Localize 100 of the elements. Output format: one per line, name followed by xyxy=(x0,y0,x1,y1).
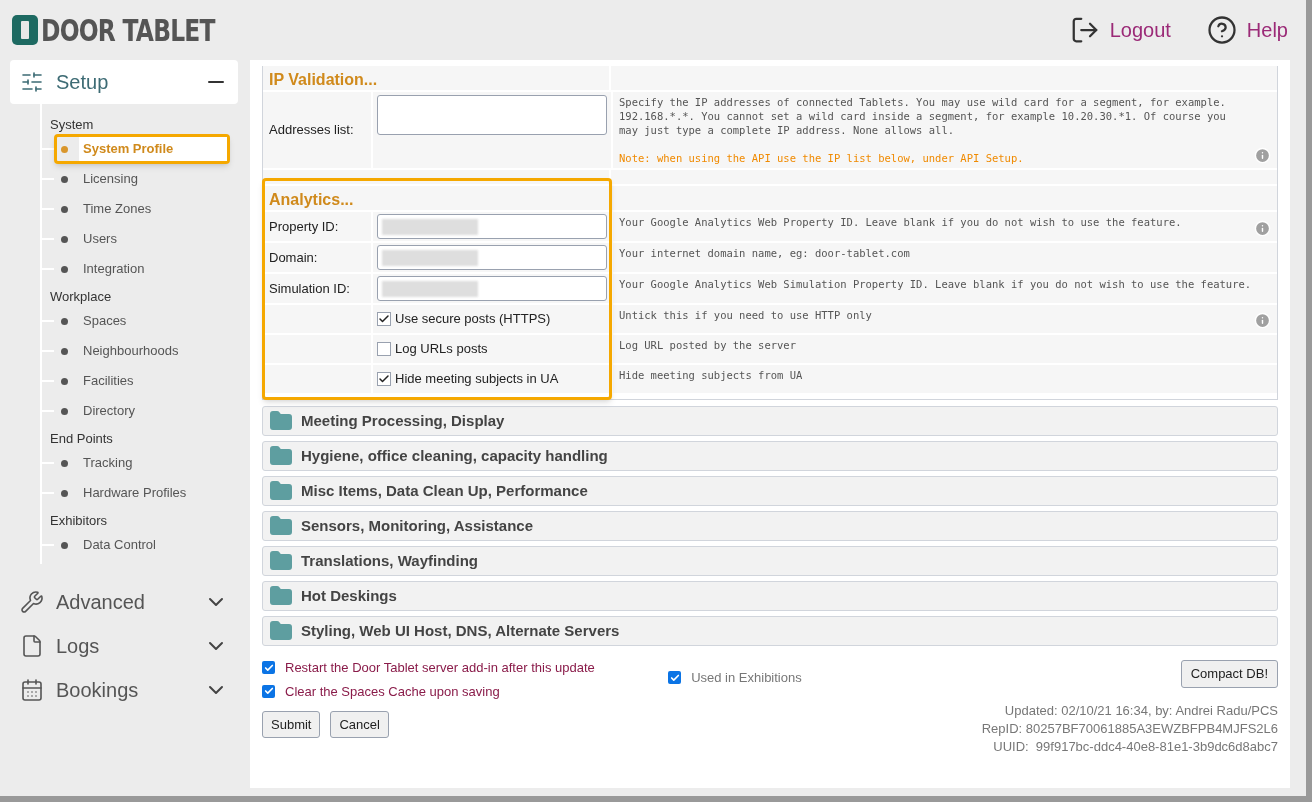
help-text: Your Google Analytics Web Simulation Property ID. Leave blank if you do not wish to use the feature. xyxy=(619,277,1253,291)
section-heading: Analytics... xyxy=(269,190,354,210)
sidebar-item[interactable]: Time Zones xyxy=(54,194,230,224)
section-heading: IP Validation... xyxy=(269,70,378,90)
group-heading: End Points xyxy=(49,430,114,448)
item-label: Integration xyxy=(82,260,146,279)
checkbox-label: Log URLs posts xyxy=(395,340,488,359)
sidebar-section[interactable]: Bookings xyxy=(10,668,238,712)
group-heading: Workplace xyxy=(49,288,113,306)
option-label: Clear the Spaces Cache upon saving xyxy=(285,682,500,701)
bullet-icon xyxy=(61,175,68,183)
collapsed-panel[interactable]: Meeting Processing, Display xyxy=(262,406,1278,436)
section-title: Logs xyxy=(56,634,101,659)
sidebar-item[interactable]: Hardware Profiles xyxy=(54,478,230,508)
sidebar-item[interactable]: Neighbourhoods xyxy=(54,336,230,366)
help-text: Hide meeting subjects from UA xyxy=(619,368,804,382)
field-label: Domain: xyxy=(269,248,318,267)
bullet-icon xyxy=(61,235,68,243)
bullet-icon xyxy=(61,489,68,497)
item-label: Tracking xyxy=(82,454,134,473)
collapsed-panel[interactable]: Hot Deskings xyxy=(262,581,1278,611)
item-label: Hardware Profiles xyxy=(82,484,188,503)
note-text: Note: when using the API use the IP list below, under API Setup. xyxy=(619,151,1025,165)
section-title: Bookings xyxy=(56,678,140,703)
sidebar-section[interactable]: Logs xyxy=(10,624,238,668)
folder-icon xyxy=(269,409,293,433)
checkbox[interactable] xyxy=(377,342,391,356)
item-label: System Profile xyxy=(79,137,227,161)
sidebar-item[interactable]: Users xyxy=(54,224,230,254)
help-text: Specify the IP addresses of connected Tablets. You may use wild card for a segment, for example. 192.168.*.*. You cannot set a wild card inside a segment, for example 10.20.30.*1. Of course you may just type a complete IP address. None allows all. xyxy=(619,95,1227,137)
item-label: Users xyxy=(82,230,118,249)
item-label: Time Zones xyxy=(82,200,153,219)
form-button[interactable]: Submit xyxy=(262,711,321,738)
field-label: Addresses list: xyxy=(269,121,354,140)
collapsed-panel[interactable]: Translations, Wayfinding xyxy=(262,546,1278,576)
item-label: Facilities xyxy=(82,372,135,391)
bullet-icon xyxy=(61,347,68,355)
sidebar-item[interactable]: Licensing xyxy=(54,164,230,194)
collapsed-panel[interactable]: Hygiene, office cleaning, capacity handling xyxy=(262,441,1278,471)
folder-icon xyxy=(269,479,293,503)
sidebar-section[interactable]: Setup xyxy=(10,60,238,104)
checkbox[interactable] xyxy=(668,671,682,685)
checkbox[interactable] xyxy=(377,372,391,386)
group-heading: System xyxy=(49,116,95,134)
bullet-icon xyxy=(61,407,68,415)
bullet-icon xyxy=(61,265,68,273)
field-label: Property ID: xyxy=(269,217,339,236)
checkbox-label: Hide meeting subjects in UA xyxy=(395,370,559,389)
sidebar-item[interactable]: Facilities xyxy=(54,366,230,396)
sidebar-item[interactable]: Directory xyxy=(54,396,230,426)
checkbox[interactable] xyxy=(377,312,391,326)
compact-db-button[interactable]: Compact DB! xyxy=(1180,660,1278,688)
info-icon[interactable] xyxy=(1254,147,1271,164)
addresses-textarea[interactable] xyxy=(377,95,607,135)
folder-icon xyxy=(269,619,293,643)
section-title: Advanced xyxy=(56,590,146,615)
section-title: Setup xyxy=(56,70,110,95)
help-text: Log URL posted by the server xyxy=(619,338,797,352)
sidebar-item[interactable]: Spaces xyxy=(54,306,230,336)
item-label: Data Control xyxy=(82,536,157,555)
info-icon[interactable] xyxy=(1254,220,1271,237)
calendar-icon xyxy=(20,678,44,702)
item-label: Neighbourhoods xyxy=(82,342,180,361)
help-text: Your internet domain name, eg: door-tablet.com xyxy=(619,246,911,260)
bullet-icon xyxy=(61,541,68,549)
logo[interactable]: DOOR TABLET xyxy=(12,7,264,53)
tablet-logo-icon xyxy=(12,15,38,45)
bullet-icon xyxy=(61,317,68,325)
footer-info-text: Updated: 02/10/21 16:34, by: Andrei Radu/PCS xyxy=(1004,702,1278,720)
folder-icon xyxy=(269,444,293,468)
help-text: Untick this if you need to use HTTP only xyxy=(619,308,873,322)
folder-icon xyxy=(269,514,293,538)
sidebar-item[interactable]: Integration xyxy=(54,254,230,284)
checkbox-label: Use secure posts (HTTPS) xyxy=(395,310,551,329)
info-icon[interactable] xyxy=(1254,312,1271,329)
sidebar-item[interactable]: Data Control xyxy=(54,530,230,560)
wrench-icon xyxy=(20,590,44,614)
header-link[interactable]: Logout xyxy=(1069,15,1171,45)
checkbox[interactable] xyxy=(262,661,275,675)
logo-text: DOOR TABLET xyxy=(41,11,215,50)
bullet-icon xyxy=(61,459,68,467)
file-icon xyxy=(20,634,44,658)
bullet-icon xyxy=(61,377,68,385)
header-link[interactable]: Help xyxy=(1206,15,1288,45)
sidebar-item[interactable]: Tracking xyxy=(54,448,230,478)
form-button[interactable]: Cancel xyxy=(330,711,389,738)
collapsed-panel[interactable]: Styling, Web UI Host, DNS, Alternate Servers xyxy=(262,616,1278,646)
field-label: Simulation ID: xyxy=(269,279,350,298)
sliders-icon xyxy=(20,70,44,94)
folder-icon xyxy=(269,549,293,573)
help-text: Your Google Analytics Web Property ID. Leave blank if you do not wish to use the feature. xyxy=(619,215,1183,229)
item-label: Directory xyxy=(82,402,136,421)
option-label: Restart the Door Tablet server add-in after this update xyxy=(285,659,595,677)
collapsed-panel[interactable]: Sensors, Monitoring, Assistance xyxy=(262,511,1278,541)
checkbox[interactable] xyxy=(262,684,275,698)
help-icon xyxy=(1206,15,1237,45)
collapsed-panel[interactable]: Misc Items, Data Clean Up, Performance xyxy=(262,476,1278,506)
footer-info-text: RepID: 80257BF70061885A3EWZBFPB4MJFS2L6 xyxy=(981,720,1278,738)
sidebar-section[interactable]: Advanced xyxy=(10,580,238,624)
folder-icon xyxy=(269,584,293,608)
